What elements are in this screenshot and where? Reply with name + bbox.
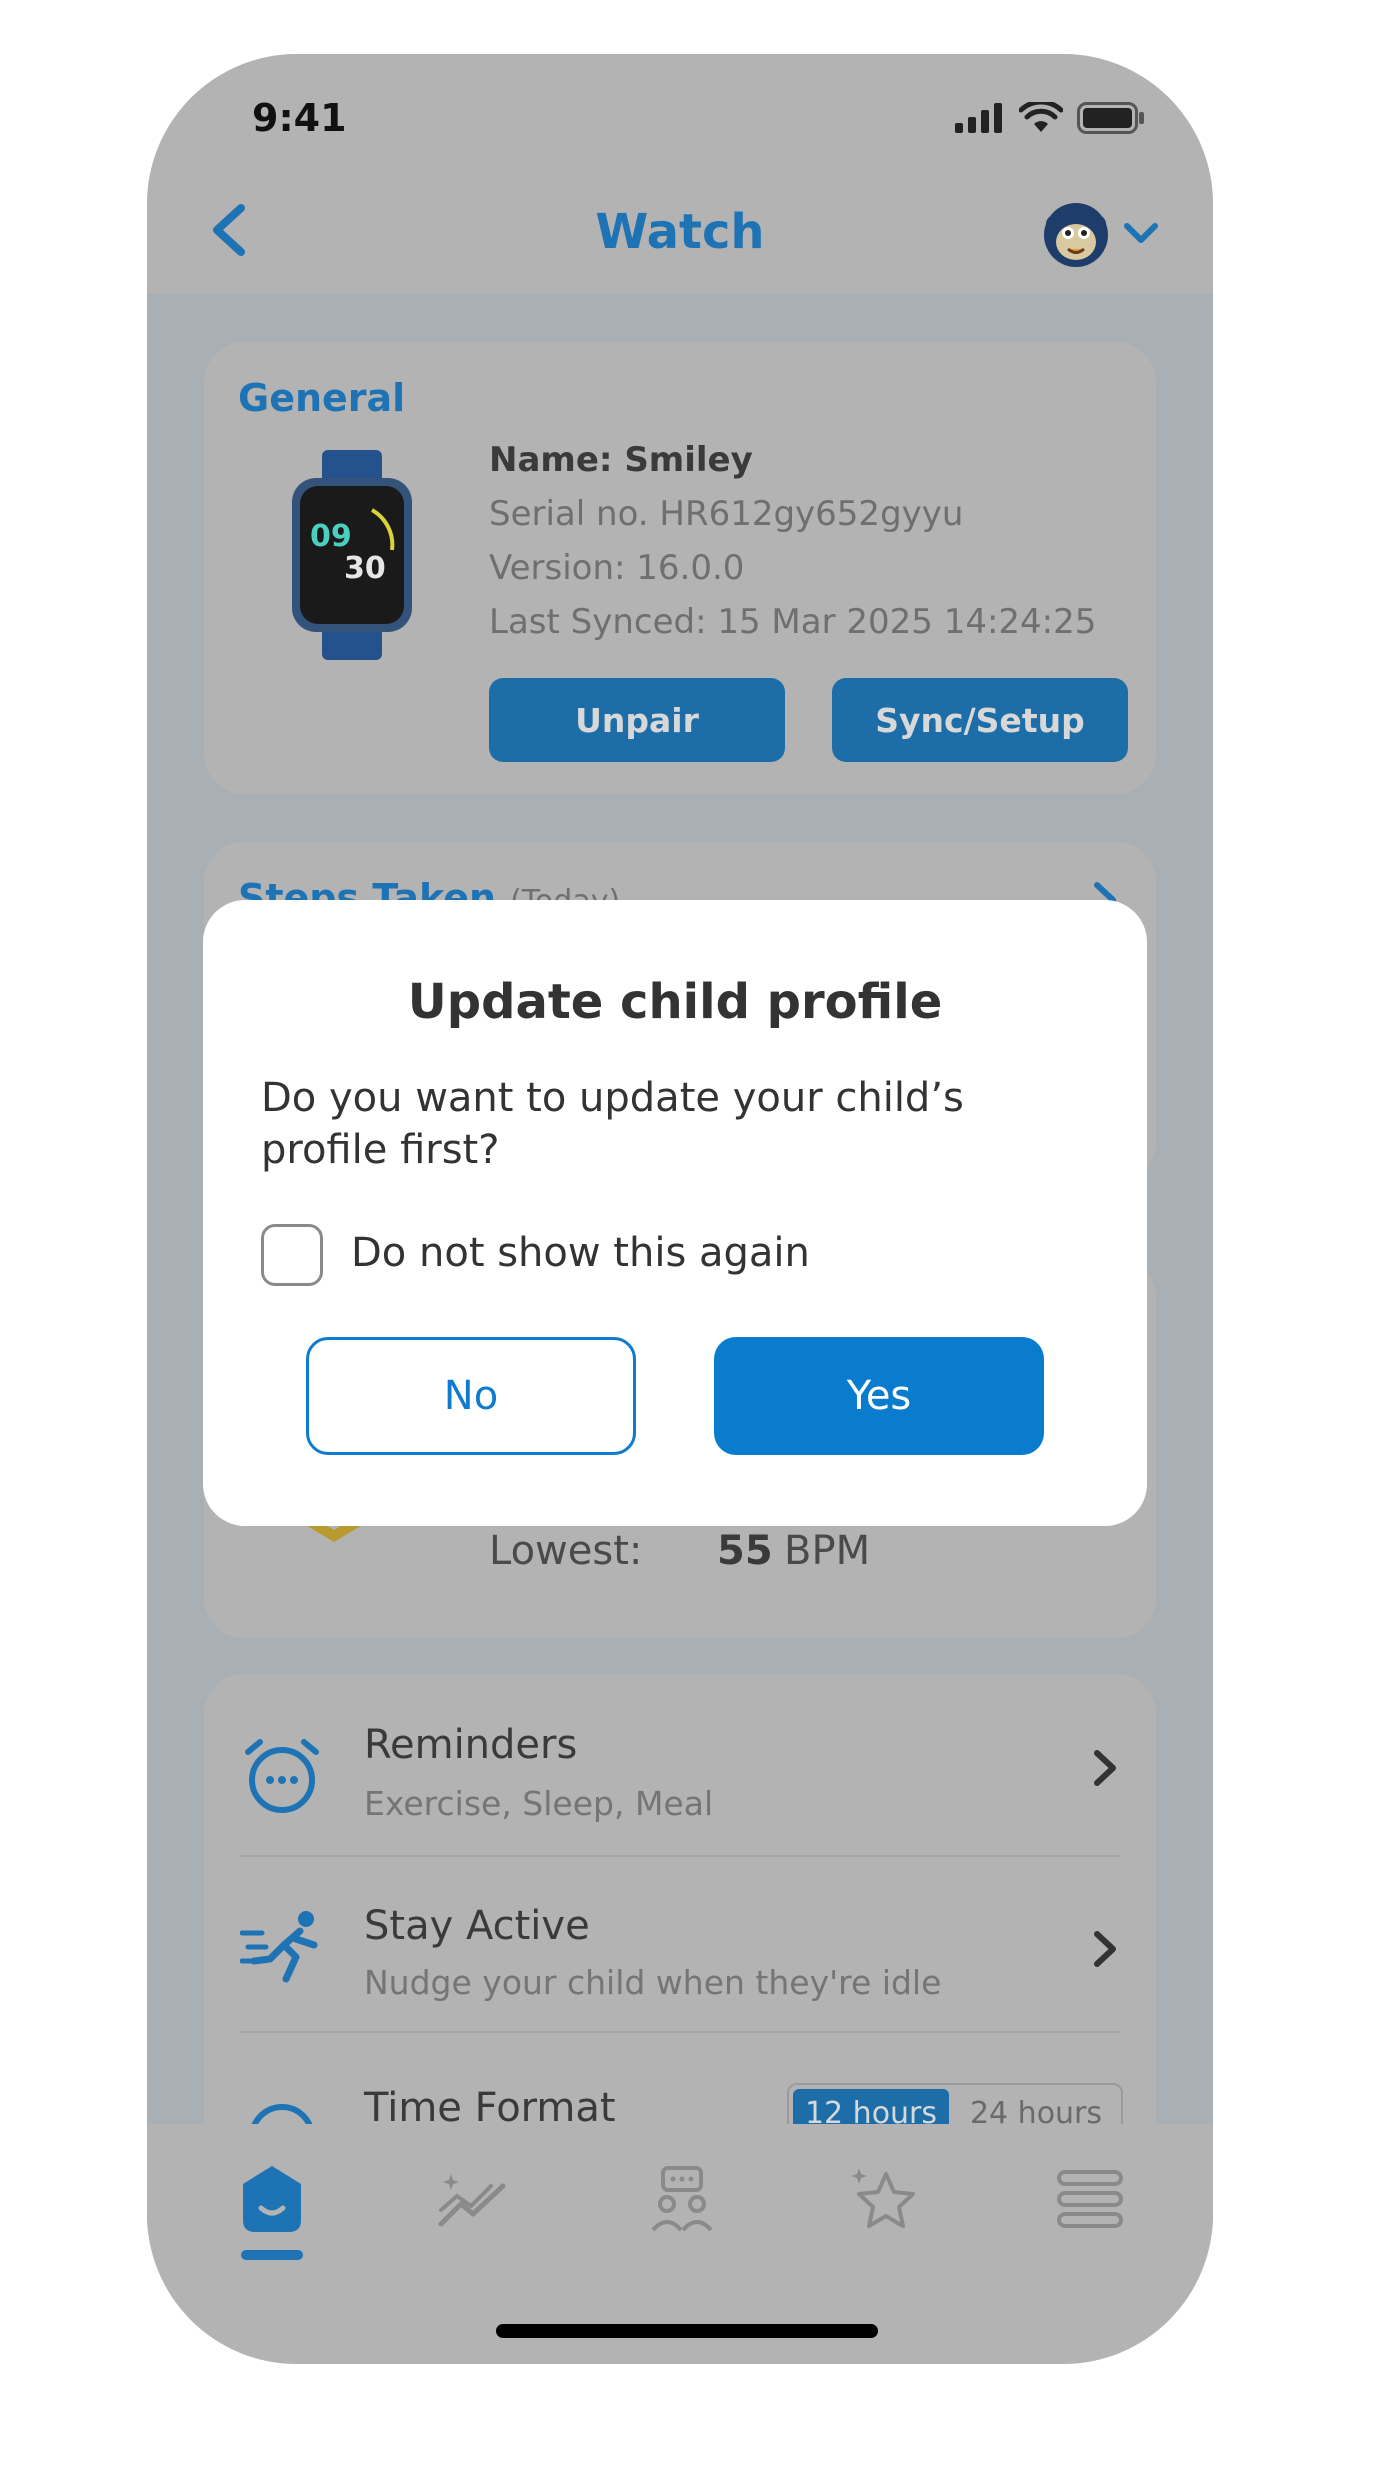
home-indicator <box>496 2324 878 2338</box>
time-format-title: Time Format <box>364 2085 616 2124</box>
running-person-icon <box>240 1911 318 1983</box>
watch-serial: Serial no. HR612gy652gyyu <box>489 494 964 534</box>
unpair-button[interactable]: Unpair <box>489 678 785 762</box>
lowest-label: Lowest: <box>489 1528 643 1574</box>
lowest-value: 55 <box>717 1528 773 1574</box>
time-format-option-24h[interactable]: 24 hours <box>955 2089 1117 2125</box>
alarm-clock-icon <box>245 1739 319 1813</box>
watch-minute: 30 <box>344 551 386 586</box>
watch-hour: 09 <box>310 519 352 554</box>
watch-name: Name: Smiley <box>489 440 753 480</box>
battery-icon <box>1077 102 1144 134</box>
reminders-title: Reminders <box>364 1722 578 1768</box>
star-icon[interactable] <box>851 2164 921 2234</box>
stay-active-title: Stay Active <box>364 1903 590 1949</box>
list-item-time-format: Time Format 12 hours 24 hours <box>204 2033 1156 2124</box>
list-item-stay-active[interactable]: Stay Active Nudge your child when they'r… <box>204 1857 1156 2031</box>
sync-setup-button[interactable]: Sync/Setup <box>832 678 1128 762</box>
general-title: General <box>238 376 406 420</box>
chevron-down-icon[interactable] <box>1123 220 1159 248</box>
watch-last-synced: Last Synced: 15 Mar 2025 14:24:25 <box>489 602 1097 642</box>
chevron-right-icon <box>1094 1750 1116 1786</box>
time-format-option-12h[interactable]: 12 hours <box>793 2089 949 2124</box>
clock-icon <box>251 2104 313 2124</box>
general-card: General 09 30 Name: Smiley Serial no. HR… <box>204 342 1156 794</box>
dialog-message: Do you want to update your child’s profi… <box>261 1075 964 1173</box>
app-header: 9:41 Watch <box>147 54 1213 294</box>
watch-image: 09 30 <box>292 450 412 660</box>
signal-icon <box>955 103 1002 133</box>
status-icons <box>955 102 1145 134</box>
stay-active-subtitle: Nudge your child when they're idle <box>364 1963 942 2002</box>
settings-card: Reminders Exercise, Sleep, Meal Stay Act… <box>204 1674 1156 2124</box>
reminders-subtitle: Exercise, Sleep, Meal <box>364 1784 714 1823</box>
update-profile-dialog: Update child profile Do you want to upda… <box>203 900 1147 1526</box>
activity-icon[interactable] <box>437 2164 507 2234</box>
home-icon[interactable] <box>237 2164 307 2234</box>
dialog-title: Update child profile <box>407 974 943 1030</box>
menu-icon[interactable] <box>1055 2164 1125 2234</box>
do-not-show-label[interactable]: Do not show this again <box>351 1230 810 1276</box>
no-button[interactable]: No <box>306 1337 636 1455</box>
bottom-tab-bar <box>147 2124 1213 2364</box>
chat-people-icon[interactable] <box>647 2164 717 2234</box>
do-not-show-checkbox[interactable] <box>261 1224 323 1286</box>
list-item-reminders[interactable]: Reminders Exercise, Sleep, Meal <box>204 1674 1156 1854</box>
time-format-toggle: 12 hours 24 hours <box>787 2083 1123 2124</box>
yes-button[interactable]: Yes <box>714 1337 1044 1455</box>
wifi-icon <box>1019 102 1063 132</box>
monkey-avatar-icon[interactable] <box>1041 200 1111 270</box>
chevron-right-icon <box>1094 1931 1116 1967</box>
status-time: 9:41 <box>252 96 347 140</box>
watch-version: Version: 16.0.0 <box>489 548 745 588</box>
active-tab-indicator <box>241 2250 303 2260</box>
lowest-unit: BPM <box>784 1528 871 1574</box>
